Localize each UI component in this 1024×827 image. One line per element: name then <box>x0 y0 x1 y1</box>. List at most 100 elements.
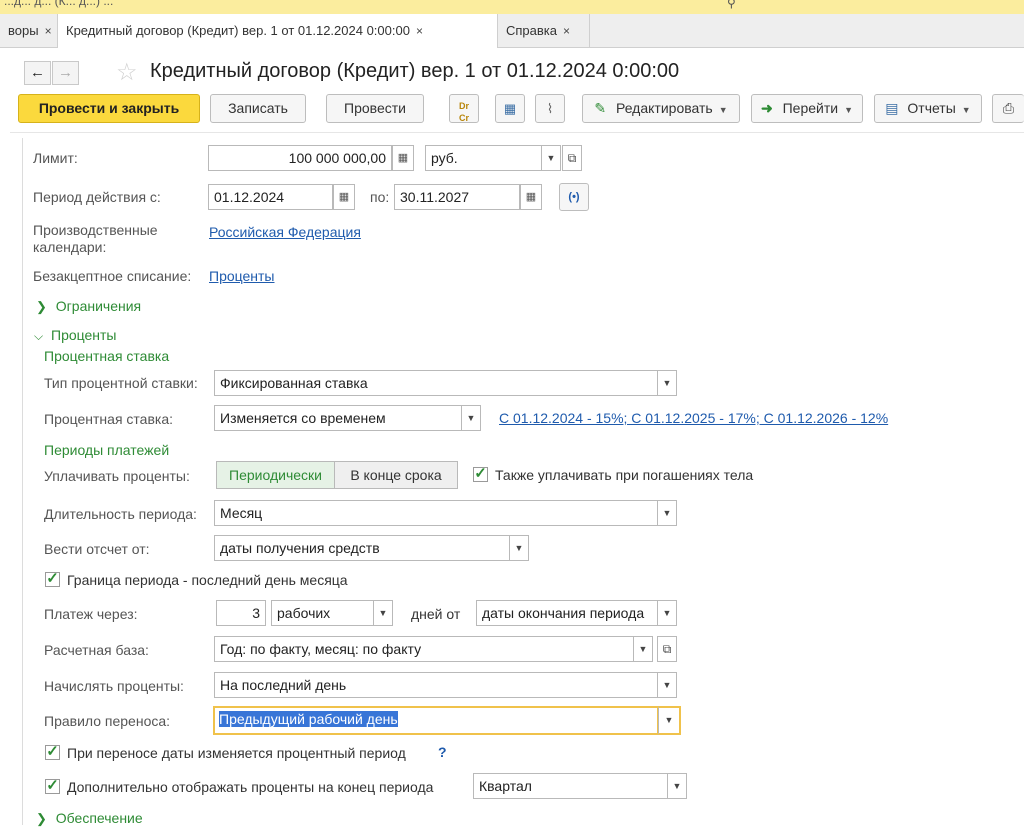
payment-days-input[interactable]: 3 <box>216 600 266 626</box>
structure-button[interactable]: ▦ <box>495 94 525 123</box>
reports-button[interactable]: ▤ Отчеты ▼ <box>874 94 982 123</box>
chevron-down-icon: ▼ <box>961 105 971 115</box>
period-from-input[interactable]: 01.12.2024 <box>208 184 333 210</box>
also-pay-checkbox[interactable]: ✓ <box>473 466 488 482</box>
structure-icon: ▦ <box>503 101 517 116</box>
transfer-change-label: При переносе даты изменяется процентный … <box>67 745 406 761</box>
open-form-icon[interactable]: ⧉ <box>562 145 582 171</box>
forward-button[interactable]: → <box>52 61 79 85</box>
restrictions-group-toggle[interactable]: ❯ Ограничения <box>36 298 141 315</box>
rate-type-label: Тип процентной ставки: <box>44 375 198 391</box>
window-top-text: ...д... д... (К... д...) ... <box>4 0 114 8</box>
chevron-right-icon: ❯ <box>36 811 47 826</box>
chevron-down-icon[interactable]: ▼ <box>633 636 653 662</box>
paperclip-icon: ⌇ <box>546 101 554 116</box>
collateral-group-toggle[interactable]: ❯ Обеспечение <box>36 810 143 827</box>
edit-button[interactable]: ✎ Редактировать ▼ <box>582 94 740 123</box>
boundary-checkbox[interactable]: ✓ <box>45 571 60 587</box>
tab-contracts[interactable]: воры × <box>0 14 58 47</box>
chevron-down-icon[interactable]: ▼ <box>509 535 529 561</box>
calculator-icon[interactable]: ▦ <box>392 145 414 171</box>
rate-type-select[interactable]: Фиксированная ставка <box>214 370 658 396</box>
open-form-icon[interactable]: ⧉ <box>657 636 677 662</box>
acceptance-label: Безакцептное списание: <box>33 268 192 284</box>
quarter-select[interactable]: Квартал <box>473 773 668 799</box>
duration-label: Длительность периода: <box>44 506 197 522</box>
chevron-down-icon: ▼ <box>844 105 854 115</box>
payment-via-label: Платеж через: <box>44 606 138 622</box>
post-button[interactable]: Провести <box>326 94 424 123</box>
period-select-button[interactable]: (•) <box>559 183 589 211</box>
accrue-label: Начислять проценты: <box>44 678 184 694</box>
period-icon: (•) <box>568 191 580 203</box>
period-to-input[interactable]: 30.11.2027 <box>394 184 520 210</box>
tab-bar: воры × Кредитный договор (Кредит) вер. 1 … <box>0 14 1024 48</box>
chevron-down-icon: ▼ <box>718 105 728 115</box>
chevron-down-icon[interactable]: ▼ <box>667 773 687 799</box>
calendars-label: Производственные календари: <box>33 222 158 255</box>
rate-select[interactable]: Изменяется со временем <box>214 405 462 431</box>
printer-icon: ⎙ <box>1002 100 1015 116</box>
calc-base-select[interactable]: Год: по факту, месяц: по факту <box>214 636 634 662</box>
dt-ct-button[interactable]: Dr Cr <box>449 94 479 123</box>
rate-history-link[interactable]: С 01.12.2024 - 15%; С 01.12.2025 - 17%; … <box>499 410 888 426</box>
chevron-down-icon[interactable]: ▼ <box>658 706 681 735</box>
search-icon[interactable]: ⚲ <box>727 0 736 10</box>
print-button[interactable]: ⎙ <box>992 94 1024 123</box>
calendar-icon[interactable]: ▦ <box>333 184 355 210</box>
tab-credit-contract[interactable]: Кредитный договор (Кредит) вер. 1 от 01.… <box>58 14 498 48</box>
currency-select[interactable]: руб. <box>425 145 542 171</box>
chevron-down-icon[interactable]: ▼ <box>657 672 677 698</box>
calendar-icon[interactable]: ▦ <box>520 184 542 210</box>
boundary-label: Граница периода - последний день месяца <box>67 572 348 588</box>
chevron-down-icon[interactable]: ▼ <box>373 600 393 626</box>
payment-day-type-select[interactable]: рабочих <box>271 600 374 626</box>
accrue-select[interactable]: На последний день <box>214 672 658 698</box>
dt-ct-icon: Dr Cr <box>458 101 469 123</box>
close-icon[interactable]: × <box>416 24 423 38</box>
calendars-link[interactable]: Российская Федерация <box>209 224 361 240</box>
rate-section-title: Процентная ставка <box>44 348 170 364</box>
pay-periodic-toggle[interactable]: Периодически <box>216 461 335 489</box>
transfer-change-checkbox[interactable]: ✓ <box>45 744 60 760</box>
attachments-button[interactable]: ⌇ <box>535 94 565 123</box>
calc-base-label: Расчетная база: <box>44 642 149 658</box>
rate-label: Процентная ставка: <box>44 411 174 427</box>
transfer-select[interactable]: Предыдущий рабочий день <box>213 706 659 735</box>
chevron-down-icon[interactable]: ▼ <box>657 600 677 626</box>
pay-end-toggle[interactable]: В конце срока <box>334 461 458 489</box>
form-left-border <box>22 138 23 825</box>
period-from-label: Период действия с: <box>33 189 161 205</box>
pay-interest-label: Уплачивать проценты: <box>44 468 190 484</box>
duration-select[interactable]: Месяц <box>214 500 658 526</box>
chevron-down-icon[interactable]: ▼ <box>461 405 481 431</box>
count-from-label: Вести отсчет от: <box>44 541 150 557</box>
days-from-select[interactable]: даты окончания периода <box>476 600 658 626</box>
chevron-down-icon[interactable]: ▼ <box>657 500 677 526</box>
post-and-close-button[interactable]: Провести и закрыть <box>18 94 200 123</box>
close-icon[interactable]: × <box>45 24 52 38</box>
help-icon[interactable]: ? <box>438 744 447 760</box>
close-icon[interactable]: × <box>563 24 570 38</box>
page-title: Кредитный договор (Кредит) вер. 1 от 01.… <box>150 60 680 82</box>
chevron-down-icon[interactable]: ▼ <box>541 145 561 171</box>
show-interest-checkbox[interactable]: ✓ <box>45 778 60 794</box>
favorite-star-icon[interactable]: ☆ <box>116 58 138 87</box>
report-icon: ▤ <box>885 100 899 116</box>
arrow-right-icon: ➜ <box>760 100 773 116</box>
limit-input[interactable]: 100 000 000,00 <box>208 145 392 171</box>
goto-button[interactable]: ➜ Перейти ▼ <box>751 94 863 123</box>
toolbar-divider <box>10 132 1024 133</box>
show-interest-label: Дополнительно отображать проценты на кон… <box>67 779 434 795</box>
acceptance-link[interactable]: Проценты <box>209 268 275 284</box>
chevron-right-icon: ❯ <box>36 299 47 314</box>
days-from-label: дней от <box>411 606 461 622</box>
tab-help[interactable]: Справка × <box>498 14 590 47</box>
pencil-icon: ✎ <box>594 100 607 116</box>
chevron-down-icon[interactable]: ▼ <box>657 370 677 396</box>
back-button[interactable]: ← <box>24 61 51 85</box>
transfer-label: Правило переноса: <box>44 713 171 729</box>
count-from-select[interactable]: даты получения средств <box>214 535 510 561</box>
interest-group-toggle[interactable]: ⌵ Проценты <box>34 327 117 344</box>
save-button[interactable]: Записать <box>210 94 306 123</box>
